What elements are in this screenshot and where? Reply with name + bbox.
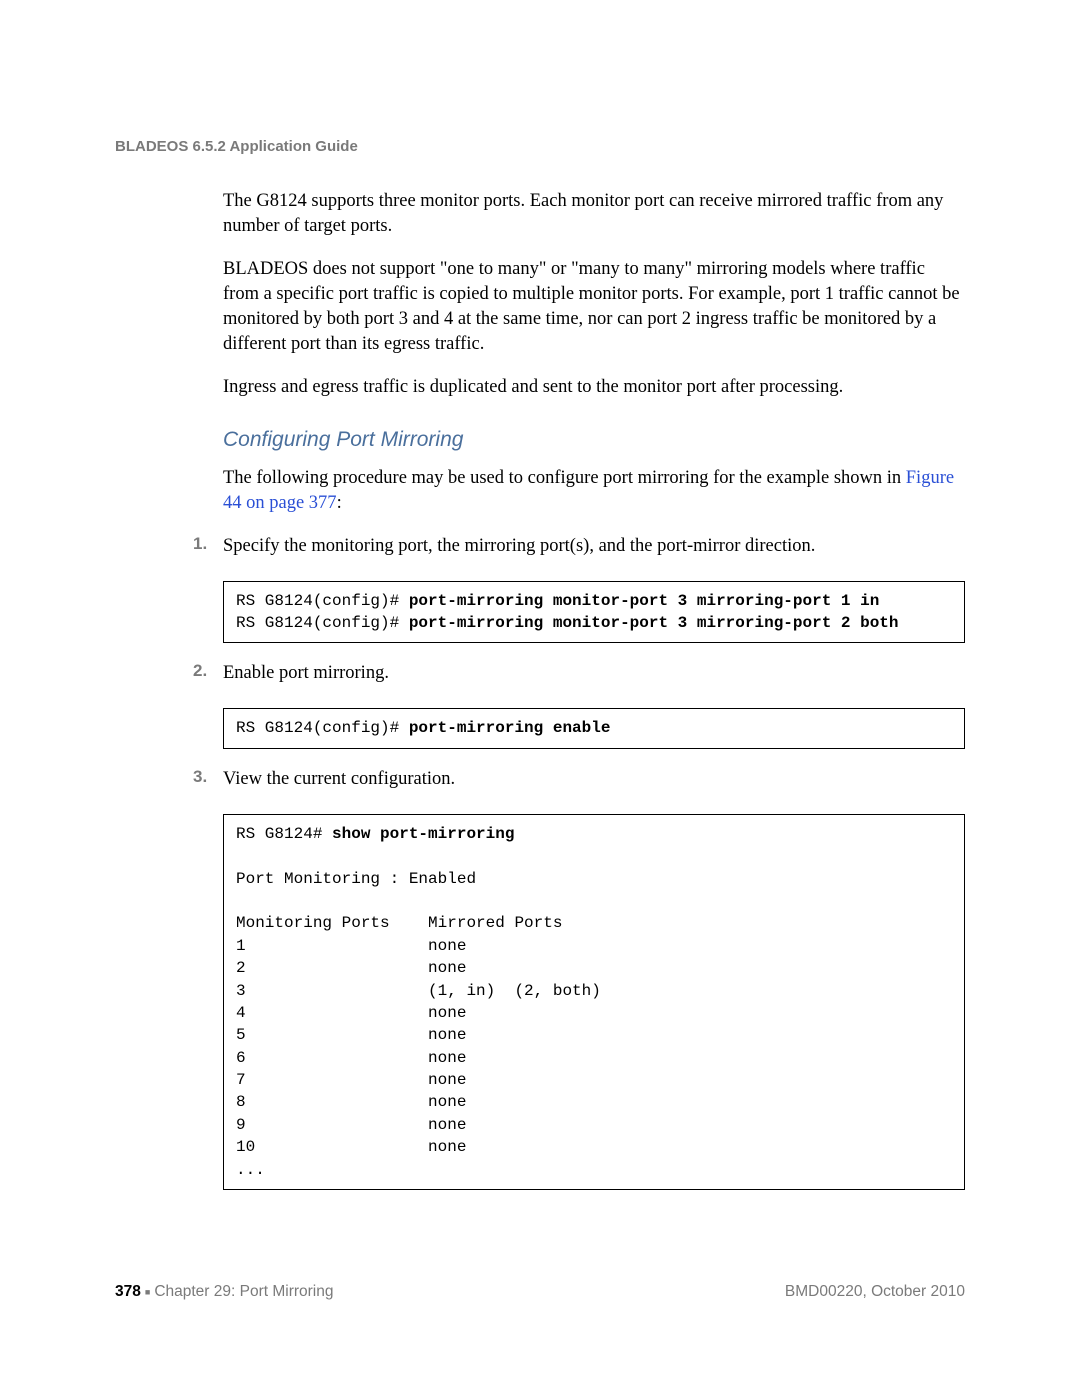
prompt: RS G8124(config)#: [236, 719, 409, 737]
paragraph: The G8124 supports three monitor ports. …: [223, 189, 965, 239]
step-2: 2. Enable port mirroring.: [115, 661, 965, 698]
intro-text: The following procedure may be used to c…: [223, 468, 906, 488]
code-block: RS G8124(config)# port-mirroring enable: [223, 708, 965, 748]
separator-icon: ■: [141, 1287, 154, 1297]
procedure-list: 1. Specify the monitoring port, the mirr…: [115, 534, 965, 571]
code-block-output: RS G8124# show port-mirroring Port Monit…: [223, 814, 965, 1190]
code-block: RS G8124(config)# port-mirroring monitor…: [223, 581, 965, 644]
page-footer: 378■Chapter 29: Port Mirroring BMD00220,…: [115, 1283, 965, 1301]
running-header: BLADEOS 6.5.2 Application Guide: [115, 138, 965, 155]
page-container: BLADEOS 6.5.2 Application Guide The G812…: [0, 0, 1080, 1190]
intro-colon: :: [337, 493, 342, 513]
paragraph: BLADEOS does not support "one to many" o…: [223, 257, 965, 357]
prompt: RS G8124#: [236, 825, 332, 843]
procedure-list: 3. View the current configuration.: [115, 767, 965, 804]
prompt: RS G8124(config)#: [236, 614, 409, 632]
command: show port-mirroring: [332, 825, 514, 843]
command: port-mirroring monitor-port 3 mirroring-…: [409, 592, 879, 610]
step-3: 3. View the current configuration.: [115, 767, 965, 804]
prompt: RS G8124(config)#: [236, 592, 409, 610]
step-text: View the current configuration.: [223, 767, 965, 792]
chapter-label: Chapter 29: Port Mirroring: [154, 1283, 333, 1300]
step-text: Specify the monitoring port, the mirrori…: [223, 534, 965, 559]
procedure-list: 2. Enable port mirroring.: [115, 661, 965, 698]
section-heading: Configuring Port Mirroring: [223, 428, 965, 452]
footer-right: BMD00220, October 2010: [785, 1283, 965, 1301]
page-number: 378: [115, 1283, 141, 1300]
paragraph: Ingress and egress traffic is duplicated…: [223, 375, 965, 400]
step-number: 2.: [115, 661, 223, 698]
footer-left: 378■Chapter 29: Port Mirroring: [115, 1283, 334, 1301]
command-output: Port Monitoring : Enabled Monitoring Por…: [236, 870, 601, 1179]
step-number: 1.: [115, 534, 223, 571]
step-1: 1. Specify the monitoring port, the mirr…: [115, 534, 965, 571]
step-text: Enable port mirroring.: [223, 661, 965, 686]
step-number: 3.: [115, 767, 223, 804]
command: port-mirroring enable: [409, 719, 611, 737]
paragraph: The following procedure may be used to c…: [223, 466, 965, 516]
command: port-mirroring monitor-port 3 mirroring-…: [409, 614, 899, 632]
